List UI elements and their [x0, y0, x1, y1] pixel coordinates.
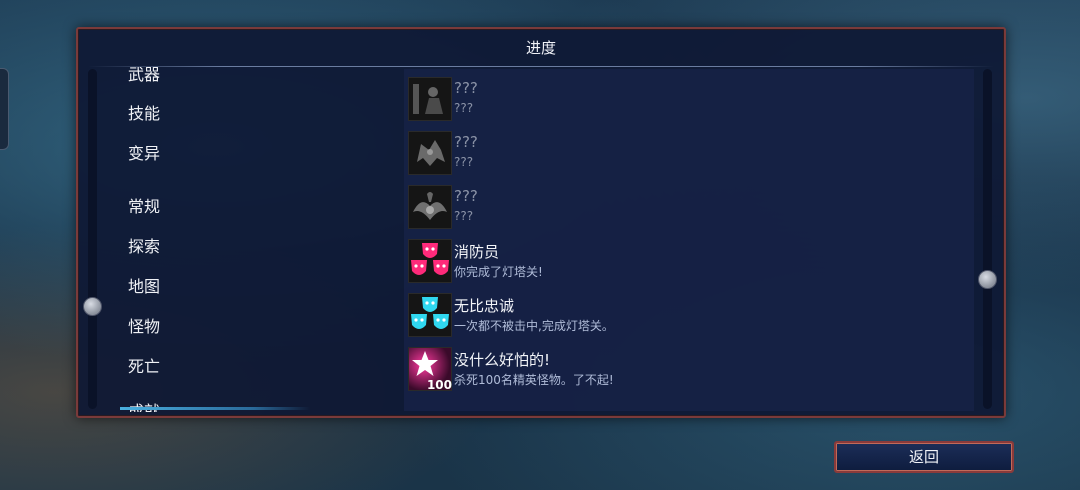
- panel-title: 进度: [525, 39, 556, 57]
- locked-bird-icon: [408, 185, 452, 229]
- achievement-desc: 杀死100名精英怪物。了不起!: [454, 373, 614, 387]
- progress-panel: 进度 武器 技能 变异 常规 探索 地图 怪物 死亡 成就 ??? ???: [76, 27, 1006, 418]
- achievement-desc: ???: [454, 101, 474, 115]
- back-button[interactable]: 返回: [834, 441, 1014, 473]
- category-death[interactable]: 死亡: [128, 353, 160, 377]
- achievement-desc: 一次都不被击中,完成灯塔关。: [454, 319, 614, 333]
- pink-masks-icon: [408, 239, 452, 283]
- achievement-name: 消防员: [454, 243, 500, 261]
- achievement-item[interactable]: 100 没什么好怕的! 杀死100名精英怪物。了不起!: [408, 347, 968, 393]
- achievement-item[interactable]: ??? ???: [408, 77, 968, 123]
- achievement-item[interactable]: ??? ???: [408, 131, 968, 177]
- achievement-desc: ???: [454, 155, 474, 169]
- badge-count: 100: [426, 378, 452, 392]
- category-monsters[interactable]: 怪物: [128, 313, 160, 337]
- achievement-list: ??? ??? ??? ??? ??? ??? 消防员 你完成了灯塔关! 无比忠…: [404, 69, 974, 411]
- locked-beast-icon: [408, 131, 452, 175]
- achievement-name: ???: [454, 79, 478, 97]
- category-general[interactable]: 常规: [128, 193, 160, 217]
- achievement-desc: ???: [454, 209, 474, 223]
- achievement-scroll-knob[interactable]: [978, 270, 997, 289]
- category-weapons[interactable]: 武器: [128, 67, 160, 85]
- category-skills[interactable]: 技能: [128, 100, 160, 124]
- achievement-name: ???: [454, 187, 478, 205]
- achievement-desc: 你完成了灯塔关!: [454, 265, 543, 279]
- achievement-item[interactable]: 消防员 你完成了灯塔关!: [408, 239, 968, 285]
- star-100-icon: 100: [408, 347, 452, 392]
- achievement-scrollbar[interactable]: [978, 69, 997, 409]
- selected-category-indicator: [120, 407, 310, 410]
- achievement-name: ???: [454, 133, 478, 151]
- category-exploration[interactable]: 探索: [128, 233, 160, 257]
- locked-figure-icon: [408, 77, 452, 121]
- achievement-item[interactable]: ??? ???: [408, 185, 968, 231]
- achievement-name: 无比忠诚: [454, 297, 515, 315]
- achievement-name: 没什么好怕的!: [454, 351, 551, 369]
- side-tab[interactable]: [0, 68, 9, 150]
- category-map[interactable]: 地图: [128, 273, 160, 297]
- cyan-masks-icon: [408, 293, 452, 337]
- category-list: 武器 技能 变异 常规 探索 地图 怪物 死亡 成就: [104, 67, 394, 412]
- category-scrollbar[interactable]: [83, 69, 102, 409]
- category-scroll-knob[interactable]: [83, 297, 102, 316]
- achievement-item[interactable]: 无比忠诚 一次都不被击中,完成灯塔关。: [408, 293, 968, 339]
- category-mutations[interactable]: 变异: [128, 140, 160, 164]
